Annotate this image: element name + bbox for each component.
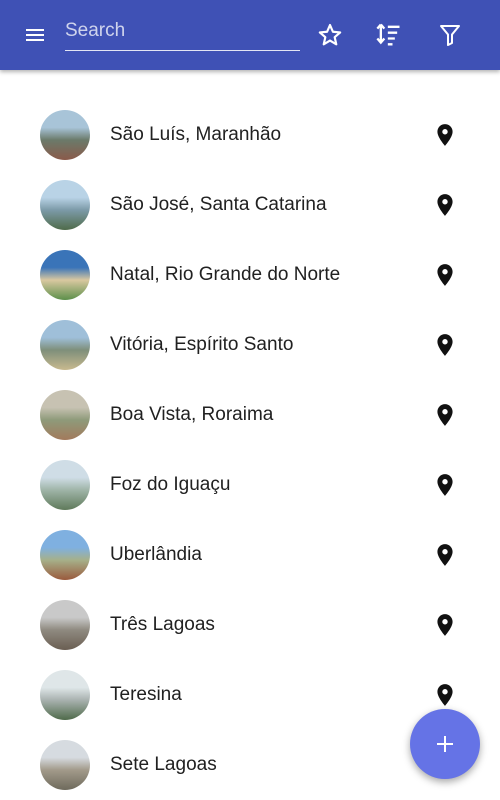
map-pin-icon [437, 194, 453, 216]
list-item[interactable]: Boa Vista, Roraima [0, 380, 500, 450]
city-name: Vitória, Espírito Santo [110, 334, 294, 355]
list-item[interactable]: Vitória, Espírito Santo [0, 310, 500, 380]
city-thumbnail [40, 460, 90, 510]
search-input[interactable] [65, 14, 300, 48]
favorites-button[interactable] [309, 14, 351, 56]
menu-icon [26, 29, 44, 41]
map-pin-icon [437, 334, 453, 356]
list-item[interactable]: São Luís, Maranhão [0, 100, 500, 170]
city-name: São José, Santa Catarina [110, 194, 327, 215]
filter-icon [440, 25, 460, 46]
list-item[interactable]: Três Lagoas [0, 590, 500, 660]
map-pin-button[interactable] [432, 612, 458, 638]
city-thumbnail [40, 600, 90, 650]
map-pin-button[interactable] [432, 682, 458, 708]
map-pin-button[interactable] [432, 542, 458, 568]
city-name: Boa Vista, Roraima [110, 404, 274, 425]
star-outline-icon [318, 23, 342, 46]
city-name: Uberlândia [110, 544, 202, 565]
city-thumbnail [40, 250, 90, 300]
sort-button[interactable] [368, 14, 410, 56]
city-thumbnail [40, 110, 90, 160]
list-item[interactable]: São José, Santa Catarina [0, 170, 500, 240]
city-name: Teresina [110, 684, 182, 705]
city-thumbnail [40, 390, 90, 440]
add-icon [437, 736, 453, 752]
list-item[interactable]: Uberlândia [0, 520, 500, 590]
city-name: São Luís, Maranhão [110, 124, 282, 145]
map-pin-icon [437, 124, 453, 146]
map-pin-button[interactable] [432, 402, 458, 428]
map-pin-button[interactable] [432, 472, 458, 498]
city-name: Três Lagoas [110, 614, 215, 635]
city-name: Foz do Iguaçu [110, 474, 231, 495]
map-pin-icon [437, 264, 453, 286]
city-list: São Luís, Maranhão São José, Santa Catari… [0, 100, 500, 800]
map-pin-button[interactable] [432, 332, 458, 358]
search-field [65, 14, 300, 51]
map-pin-button[interactable] [432, 122, 458, 148]
city-thumbnail [40, 740, 90, 790]
city-thumbnail [40, 530, 90, 580]
menu-button[interactable] [14, 14, 56, 56]
app-bar [0, 0, 500, 70]
map-pin-icon [437, 544, 453, 566]
map-pin-button[interactable] [432, 192, 458, 218]
city-name: Sete Lagoas [110, 754, 217, 775]
map-pin-button[interactable] [432, 262, 458, 288]
map-pin-icon [437, 404, 453, 426]
list-item[interactable]: Foz do Iguaçu [0, 450, 500, 520]
map-pin-icon [437, 614, 453, 636]
sort-icon [376, 23, 400, 46]
filter-button[interactable] [429, 14, 471, 56]
map-pin-icon [437, 474, 453, 496]
add-button[interactable] [410, 709, 480, 779]
city-thumbnail [40, 670, 90, 720]
list-item[interactable]: Natal, Rio Grande do Norte [0, 240, 500, 310]
city-name: Natal, Rio Grande do Norte [110, 264, 341, 285]
map-pin-icon [437, 684, 453, 706]
city-thumbnail [40, 320, 90, 370]
city-thumbnail [40, 180, 90, 230]
